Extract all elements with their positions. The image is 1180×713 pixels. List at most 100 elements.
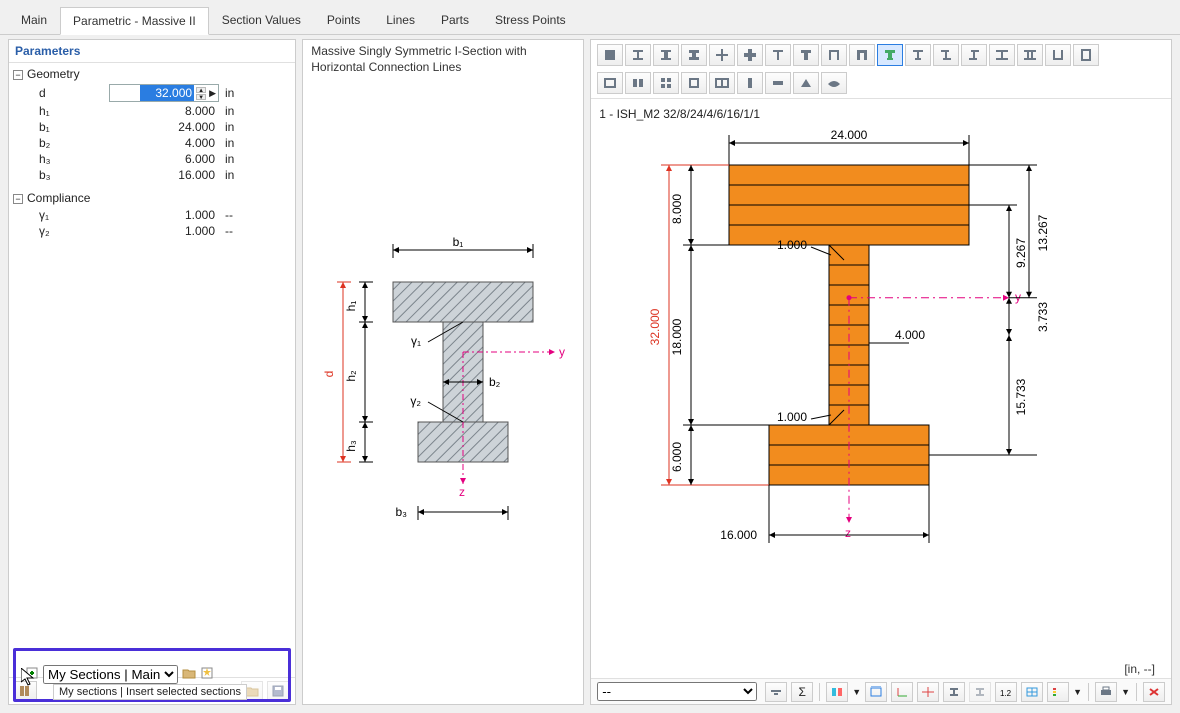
- shape-tee-2[interactable]: [793, 44, 819, 66]
- shape-i-6[interactable]: [1017, 44, 1043, 66]
- param-gamma1[interactable]: γ₁1.000--: [9, 207, 295, 223]
- svg-text:d: d: [322, 370, 336, 377]
- group-geometry[interactable]: −Geometry: [9, 65, 295, 83]
- shape-b7[interactable]: [765, 72, 791, 94]
- close-render-icon[interactable]: [1143, 682, 1165, 702]
- shape-toolbar: [591, 40, 1171, 99]
- svg-text:1.2: 1.2: [1000, 689, 1012, 698]
- view-tool-legend[interactable]: [1047, 682, 1069, 702]
- shape-i-4[interactable]: [905, 44, 931, 66]
- param-b2[interactable]: b₂4.000in: [9, 135, 295, 151]
- view-tool-grid[interactable]: [1021, 682, 1043, 702]
- shape-rect-2[interactable]: [1073, 44, 1099, 66]
- view-tool-dims[interactable]: [865, 682, 887, 702]
- shape-b3[interactable]: [653, 72, 679, 94]
- param-d-input[interactable]: [140, 85, 194, 101]
- shape-b5[interactable]: [709, 72, 735, 94]
- shape-i-3[interactable]: [681, 44, 707, 66]
- param-b1[interactable]: b₁24.000in: [9, 119, 295, 135]
- tab-parts[interactable]: Parts: [428, 6, 482, 34]
- svg-text:1.000: 1.000: [777, 410, 807, 424]
- shape-b4[interactable]: [681, 72, 707, 94]
- render-panel: 1 - ISH_M2 32/8/24/4/6/16/1/1: [590, 39, 1172, 705]
- shape-b6[interactable]: [737, 72, 763, 94]
- shape-pi-2[interactable]: [849, 44, 875, 66]
- collapse-icon[interactable]: −: [13, 194, 23, 204]
- my-sections-dropdown[interactable]: My Sections | Main: [43, 665, 178, 684]
- svg-text:z: z: [845, 526, 851, 540]
- tab-section-values[interactable]: Section Values: [209, 6, 314, 34]
- param-b3[interactable]: b₃16.000in: [9, 167, 295, 183]
- tab-main[interactable]: Main: [8, 6, 60, 34]
- collapse-icon[interactable]: −: [13, 70, 23, 80]
- view-tool-axes[interactable]: [891, 682, 913, 702]
- shape-z-2[interactable]: [961, 44, 987, 66]
- svg-text:h₂: h₂: [344, 370, 358, 382]
- view-tool-values[interactable]: 1.2: [995, 682, 1017, 702]
- shape-b9[interactable]: [821, 72, 847, 94]
- svg-text:b₃: b₃: [396, 505, 408, 519]
- svg-text:9.267: 9.267: [1014, 238, 1028, 268]
- render-status-bar: -- Σ ▼ 1.2 ▼ ▼: [591, 678, 1171, 704]
- view-tool-1[interactable]: [765, 682, 787, 702]
- tab-points[interactable]: Points: [314, 6, 373, 34]
- svg-text:b₁: b₁: [453, 235, 464, 249]
- shape-tee-1[interactable]: [765, 44, 791, 66]
- spin-up-icon[interactable]: ▲: [196, 87, 206, 93]
- param-d-editor[interactable]: ▲▼ ▶: [109, 84, 219, 102]
- view-tool-ibeam-b[interactable]: [969, 682, 991, 702]
- shape-u-1[interactable]: [1045, 44, 1071, 66]
- result-dropdown[interactable]: --: [597, 682, 757, 701]
- param-d[interactable]: d ▲▼ ▶ in: [9, 83, 295, 103]
- view-tool-color[interactable]: [826, 682, 848, 702]
- shape-b1[interactable]: [597, 72, 623, 94]
- render-view[interactable]: y z 24.000 32.000: [599, 125, 1163, 660]
- schematic-diagram: y z b₁ d h₁: [303, 79, 583, 704]
- svg-text:6.000: 6.000: [670, 442, 684, 472]
- parameter-tree: −Geometry d ▲▼ ▶ in h₁8.000in b₁24.000in…: [9, 63, 295, 677]
- svg-text:γ₂: γ₂: [411, 394, 422, 408]
- tab-lines[interactable]: Lines: [373, 6, 428, 34]
- shape-b8[interactable]: [793, 72, 819, 94]
- units-indicator: [in, --]: [599, 660, 1163, 678]
- svg-text:24.000: 24.000: [831, 128, 868, 142]
- svg-text:13.267: 13.267: [1036, 214, 1050, 251]
- svg-text:γ₁: γ₁: [411, 334, 421, 348]
- shape-pi-1[interactable]: [821, 44, 847, 66]
- shape-i-5[interactable]: [989, 44, 1015, 66]
- view-tool-2[interactable]: Σ: [791, 682, 813, 702]
- new-section-folder-icon[interactable]: [182, 666, 196, 683]
- print-icon[interactable]: [1095, 682, 1117, 702]
- svg-text:1.000: 1.000: [777, 238, 807, 252]
- shape-cross-2[interactable]: [737, 44, 763, 66]
- view-tool-ibeam-a[interactable]: [943, 682, 965, 702]
- shape-i-1[interactable]: [625, 44, 651, 66]
- tab-parametric-massive-ii[interactable]: Parametric - Massive II: [60, 7, 209, 35]
- tab-stress-points[interactable]: Stress Points: [482, 6, 579, 34]
- shape-cross[interactable]: [709, 44, 735, 66]
- group-compliance[interactable]: −Compliance: [9, 189, 295, 207]
- tooltip: My sections | Insert selected sections: [53, 684, 247, 700]
- svg-text:b₂: b₂: [489, 375, 501, 389]
- shape-b2[interactable]: [625, 72, 651, 94]
- my-sections-row: My Sections | Main: [25, 665, 214, 684]
- svg-text:3.733: 3.733: [1036, 302, 1050, 332]
- shape-solid-rect[interactable]: [597, 44, 623, 66]
- param-gamma2[interactable]: γ₂1.000--: [9, 223, 295, 239]
- shape-z-1[interactable]: [933, 44, 959, 66]
- new-section-star-icon[interactable]: [200, 666, 214, 683]
- shape-i-unequal-selected[interactable]: [877, 44, 903, 66]
- svg-text:y: y: [559, 345, 565, 359]
- svg-text:18.000: 18.000: [670, 318, 684, 355]
- schematic-title: Massive Singly Symmetric I-Section with …: [303, 40, 583, 79]
- param-h1[interactable]: h₁8.000in: [9, 103, 295, 119]
- cursor-icon: [21, 668, 39, 686]
- svg-text:h₃: h₃: [344, 440, 358, 452]
- view-tool-principal[interactable]: [917, 682, 939, 702]
- render-title: 1 - ISH_M2 32/8/24/4/6/16/1/1: [599, 103, 1163, 125]
- shape-i-2[interactable]: [653, 44, 679, 66]
- lookup-icon[interactable]: ▶: [209, 88, 216, 99]
- schematic-panel: Massive Singly Symmetric I-Section with …: [302, 39, 584, 705]
- param-h3[interactable]: h₃6.000in: [9, 151, 295, 167]
- spin-down-icon[interactable]: ▼: [196, 94, 206, 100]
